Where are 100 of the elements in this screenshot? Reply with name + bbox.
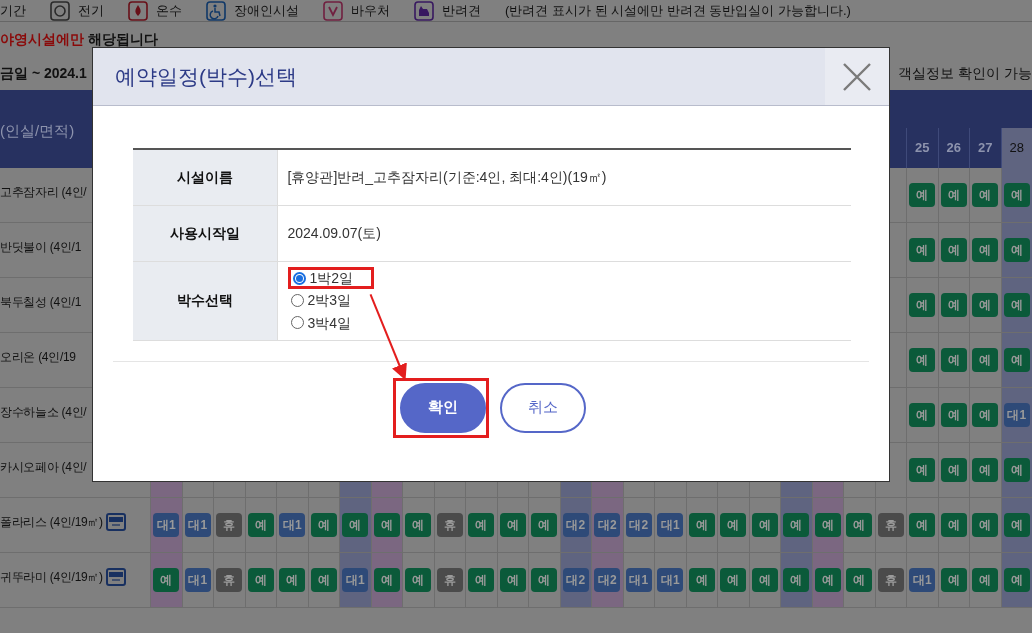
status-badge[interactable]: 예: [688, 513, 715, 537]
status-badge[interactable]: 예: [940, 458, 967, 482]
status-badge[interactable]: 대1: [657, 513, 684, 537]
status-badge[interactable]: 예: [688, 568, 715, 592]
status-badge[interactable]: 휴: [877, 568, 904, 592]
status-badge[interactable]: 예: [468, 568, 495, 592]
status-badge[interactable]: 예: [783, 568, 810, 592]
status-badge[interactable]: 예: [972, 348, 999, 372]
status-badge[interactable]: 예: [499, 568, 526, 592]
radio-button[interactable]: [290, 294, 304, 307]
radio-label[interactable]: 2박3일: [307, 292, 352, 309]
room-name[interactable]: 귀뚜라미 (4인/19㎡): [0, 568, 103, 586]
status-badge[interactable]: 예: [405, 513, 432, 537]
status-badge[interactable]: 예: [940, 238, 967, 262]
status-badge[interactable]: 예: [531, 513, 558, 537]
status-badge[interactable]: 예: [940, 183, 967, 207]
status-badge[interactable]: 대1: [184, 513, 211, 537]
status-badge[interactable]: 예: [1003, 238, 1030, 262]
status-badge[interactable]: 예: [909, 403, 936, 427]
room-name[interactable]: 고추잠자리 (4인/: [0, 183, 87, 201]
status-badge[interactable]: 예: [972, 513, 999, 537]
status-badge[interactable]: 예: [751, 513, 778, 537]
water-drop-icon: [128, 0, 148, 21]
status-badge[interactable]: 예: [720, 513, 747, 537]
status-badge[interactable]: 예: [405, 568, 432, 592]
room-name[interactable]: 오리온 (4인/19: [0, 348, 76, 366]
status-badge[interactable]: 예: [1003, 568, 1030, 592]
status-badge[interactable]: 예: [940, 513, 967, 537]
status-badge[interactable]: 휴: [216, 513, 243, 537]
status-badge[interactable]: 휴: [877, 513, 904, 537]
status-badge[interactable]: 예: [468, 513, 495, 537]
close-button[interactable]: [825, 48, 889, 105]
status-badge[interactable]: 예: [720, 568, 747, 592]
status-badge[interactable]: 예: [279, 568, 306, 592]
status-badge[interactable]: 대1: [184, 568, 211, 592]
status-badge[interactable]: 예: [783, 513, 810, 537]
radio-button[interactable]: [290, 316, 304, 330]
status-badge[interactable]: 예: [846, 568, 873, 592]
status-badge[interactable]: 대1: [625, 568, 652, 592]
status-badge[interactable]: 예: [909, 183, 936, 207]
status-badge[interactable]: 휴: [436, 513, 463, 537]
status-badge[interactable]: 휴: [216, 568, 243, 592]
status-badge[interactable]: 예: [247, 568, 274, 592]
radio-label[interactable]: 1박2일: [309, 270, 354, 287]
status-badge[interactable]: 예: [972, 238, 999, 262]
status-badge[interactable]: 예: [1003, 183, 1030, 207]
status-badge[interactable]: 예: [940, 348, 967, 372]
status-badge[interactable]: 예: [972, 403, 999, 427]
status-badge[interactable]: 예: [310, 513, 337, 537]
status-badge[interactable]: 예: [1003, 348, 1030, 372]
status-badge[interactable]: 휴: [436, 568, 463, 592]
status-badge[interactable]: 예: [1003, 293, 1030, 317]
room-name[interactable]: 반딧불이 (4인/1: [0, 238, 81, 256]
room-name[interactable]: 북두칠성 (4인/1: [0, 293, 81, 311]
status-badge[interactable]: 예: [499, 513, 526, 537]
status-badge[interactable]: 대2: [594, 513, 621, 537]
status-badge[interactable]: 예: [814, 568, 841, 592]
status-badge[interactable]: 예: [247, 513, 274, 537]
status-badge[interactable]: 예: [909, 348, 936, 372]
status-badge[interactable]: 대2: [562, 568, 589, 592]
status-badge[interactable]: 예: [310, 568, 337, 592]
status-badge[interactable]: 예: [909, 458, 936, 482]
room-name[interactable]: 카시오페아 (4인/: [0, 458, 87, 476]
status-badge[interactable]: 대1: [342, 568, 369, 592]
status-badge[interactable]: 예: [531, 568, 558, 592]
dog-icon: [414, 0, 434, 21]
status-badge[interactable]: 예: [751, 568, 778, 592]
status-badge[interactable]: 예: [373, 513, 400, 537]
status-badge[interactable]: 예: [373, 568, 400, 592]
status-badge[interactable]: 예: [940, 403, 967, 427]
status-badge[interactable]: 예: [909, 293, 936, 317]
radio-label[interactable]: 3박4일: [307, 314, 352, 331]
status-badge[interactable]: 예: [940, 568, 967, 592]
status-badge[interactable]: 예: [814, 513, 841, 537]
radio-button[interactable]: [292, 271, 306, 285]
status-badge[interactable]: 대2: [562, 513, 589, 537]
status-badge[interactable]: 대1: [657, 568, 684, 592]
status-badge[interactable]: 대1: [153, 513, 180, 537]
status-badge[interactable]: 예: [909, 513, 936, 537]
status-badge[interactable]: 예: [342, 513, 369, 537]
room-name[interactable]: 폴라리스 (4인/19㎡): [0, 513, 103, 531]
status-badge[interactable]: 대1: [279, 513, 306, 537]
status-badge[interactable]: 예: [972, 568, 999, 592]
status-badge[interactable]: 예: [972, 183, 999, 207]
status-badge[interactable]: 대2: [594, 568, 621, 592]
status-badge[interactable]: 예: [1003, 513, 1030, 537]
status-badge[interactable]: 예: [909, 238, 936, 262]
status-badge[interactable]: 예: [972, 293, 999, 317]
status-badge[interactable]: 예: [972, 458, 999, 482]
room-name[interactable]: 장수하늘소 (4인/: [0, 403, 87, 421]
confirm-button[interactable]: 확인: [400, 382, 486, 433]
status-badge[interactable]: 대1: [909, 568, 936, 592]
legend-label: 기간: [0, 1, 26, 20]
status-badge[interactable]: 대1: [1003, 403, 1030, 427]
status-badge[interactable]: 대2: [625, 513, 652, 537]
status-badge[interactable]: 예: [1003, 458, 1030, 482]
status-badge[interactable]: 예: [846, 513, 873, 537]
status-badge[interactable]: 예: [153, 568, 180, 592]
status-badge[interactable]: 예: [940, 293, 967, 317]
cancel-button[interactable]: 취소: [500, 382, 586, 433]
